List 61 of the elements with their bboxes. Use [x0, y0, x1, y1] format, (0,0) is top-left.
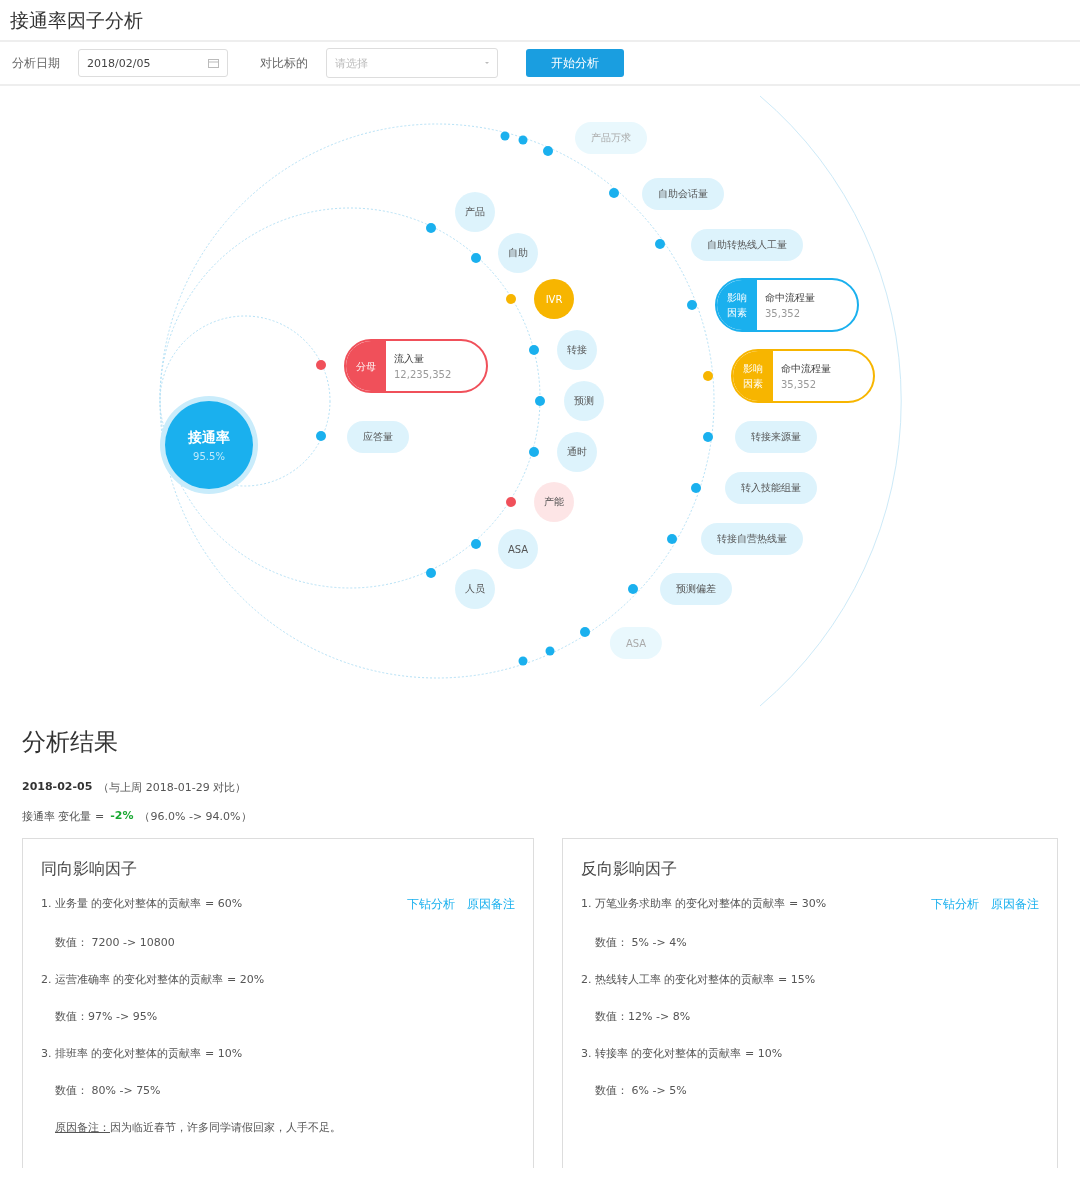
factor-text: 3. 排班率 的变化对整体的贡献率 = 10% — [41, 1046, 243, 1061]
center-label: 接通率 — [188, 428, 230, 447]
factor-pill[interactable]: 预测偏差 — [660, 573, 732, 605]
factor-pill[interactable]: 自助转热线人工量 — [691, 229, 803, 261]
factor-value: 12,235,352 — [394, 369, 452, 380]
change-value: -2% — [110, 809, 134, 824]
factor-pill[interactable]: 转接自营热线量 — [701, 523, 803, 555]
change-detail: （96.0% -> 94.0%） — [139, 809, 252, 824]
factor-bubble[interactable]: ASA — [498, 529, 538, 569]
node-dot — [545, 646, 555, 656]
factor-value-text: 数值：97% -> 95% — [54, 1009, 159, 1024]
factor-text: 3. 转接率 的变化对整体的贡献率 = 10% — [581, 1046, 783, 1061]
factor-bubble[interactable]: 预测 — [564, 381, 604, 421]
factor-tag: 影响因素 — [733, 351, 773, 401]
field-label: 对比标的 — [260, 54, 308, 72]
factor-value-text: 数值： 7200 -> 10800 — [54, 935, 176, 950]
factor-pill[interactable]: 自助会话量 — [642, 178, 724, 210]
node-dot — [500, 131, 510, 141]
factor-text: 2. 运营准确率 的变化对整体的贡献率 = 20% — [41, 972, 265, 987]
factor-text: 1. 万笔业务求助率 的变化对整体的贡献率 = 30% — [581, 896, 827, 912]
date-field[interactable]: 2018/02/05 — [78, 49, 228, 77]
page-title: 接通率因子分析 — [0, 0, 1080, 42]
calendar-icon — [208, 58, 219, 68]
factor-bubble[interactable]: 人员 — [455, 569, 495, 609]
field-label: 分析日期 — [12, 54, 60, 72]
factor-value-text: 数值： 5% -> 4% — [594, 935, 688, 950]
factor-card[interactable]: 分母 流入量 12,235,352 — [344, 339, 488, 393]
factor-pill[interactable]: 转入技能组量 — [725, 472, 817, 504]
factor-card[interactable]: 影响因素 命中流程量 35,352 — [715, 278, 859, 332]
factor-bubble[interactable]: 产能 — [534, 482, 574, 522]
note-label: 原因备注： — [55, 1120, 110, 1135]
factor-value-text: 数值： 6% -> 5% — [594, 1083, 688, 1098]
node-dot — [518, 135, 528, 145]
caret-icon — [485, 61, 489, 65]
factor-pill[interactable]: 转接来源量 — [735, 421, 817, 453]
compare-note: （与上周 2018-01-29 对比） — [98, 780, 247, 795]
factor-value: 35,352 — [781, 379, 817, 390]
factor-value: 35,352 — [765, 308, 801, 319]
note-text: 因为临近春节，许多同学请假回家，人手不足。 — [110, 1120, 341, 1135]
factor-card[interactable]: 影响因素 命中流程量 35,352 — [731, 349, 875, 403]
factor-tag: 影响因素 — [717, 280, 757, 330]
factor-value-text: 数值：12% -> 8% — [594, 1009, 692, 1024]
panel-title: 反向影响因子 — [581, 859, 678, 880]
factor-bubble[interactable]: 产品 — [455, 192, 495, 232]
factor-label: 流入量 — [394, 352, 425, 366]
factor-label: 命中流程量 — [765, 291, 815, 305]
factor-text: 2. 热线转人工率 的变化对整体的贡献率 = 15% — [581, 972, 816, 987]
panel-title: 同向影响因子 — [41, 859, 138, 880]
center-value: 95.5% — [193, 450, 225, 462]
change-label: 接通率 变化量 = — [22, 809, 105, 824]
factor-text: 1. 业务量 的变化对整体的贡献率 = 60% — [41, 896, 243, 912]
factor-pill[interactable]: 应答量 — [347, 421, 409, 453]
result-date: 2018-02-05 — [22, 780, 93, 795]
node-dot — [518, 656, 528, 666]
factor-tag: 分母 — [346, 341, 386, 391]
factor-value-text: 数值： 80% -> 75% — [54, 1083, 162, 1098]
section-title: 分析结果 — [22, 727, 119, 758]
factor-bubble[interactable]: 通时 — [557, 432, 597, 472]
factor-bubble[interactable]: 转接 — [557, 330, 597, 370]
factor-bubble[interactable]: 自助 — [498, 233, 538, 273]
factor-label: 命中流程量 — [781, 362, 831, 376]
